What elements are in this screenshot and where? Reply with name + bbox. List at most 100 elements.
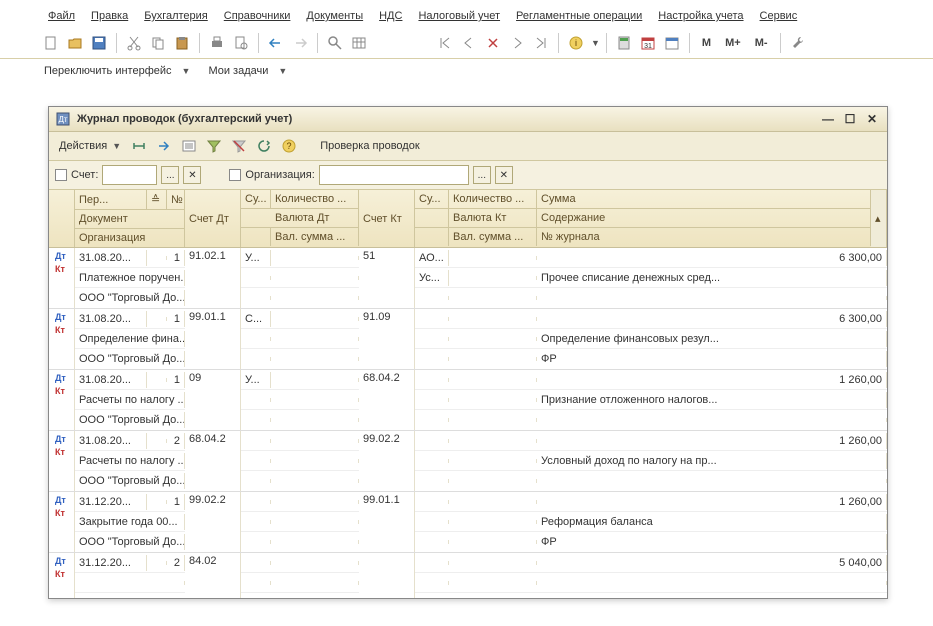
col-cur-kt[interactable]: Валюта Кт xyxy=(449,209,537,227)
refresh-icon[interactable] xyxy=(253,135,275,157)
org-clear-button[interactable]: ✕ xyxy=(495,166,513,184)
memory-mminus[interactable]: M- xyxy=(749,35,774,51)
check-entries-button[interactable]: Проверка проводок xyxy=(316,138,423,154)
help-icon[interactable]: ? xyxy=(278,135,300,157)
col-vsum-dt[interactable]: Вал. сумма ... xyxy=(271,228,359,246)
col-dt[interactable]: Счет Дт xyxy=(185,190,241,247)
menu-accounting[interactable]: Бухгалтерия xyxy=(136,8,216,24)
menu-tax[interactable]: Налоговый учет xyxy=(410,8,508,24)
col-journal[interactable]: № журнала xyxy=(537,228,871,246)
paste-icon[interactable] xyxy=(171,32,193,54)
col-sub-dt[interactable]: Су... xyxy=(241,190,271,208)
new-doc-icon[interactable] xyxy=(40,32,62,54)
col-qty2[interactable]: Количество ... xyxy=(449,190,537,208)
grid-body[interactable]: ДтКт31.08.20...1Платежное поручен...ООО … xyxy=(49,248,887,598)
account-checkbox[interactable] xyxy=(55,169,67,181)
close-button[interactable]: ✕ xyxy=(863,112,881,126)
filter-off-icon[interactable] xyxy=(228,135,250,157)
menu-documents[interactable]: Документы xyxy=(298,8,371,24)
menu-settings[interactable]: Настройка учета xyxy=(650,8,751,24)
open-icon[interactable] xyxy=(64,32,86,54)
col-sum[interactable]: Сумма xyxy=(537,190,871,208)
col-period[interactable]: Пер... xyxy=(75,190,147,209)
nav-first-icon[interactable] xyxy=(434,32,456,54)
actions-button[interactable]: Действия ▼ xyxy=(55,138,125,154)
menu-file[interactable]: Файл xyxy=(40,8,83,24)
nav-last-icon[interactable] xyxy=(530,32,552,54)
chevron-down-icon[interactable]: ▼ xyxy=(278,66,287,76)
col-num[interactable]: № xyxy=(167,190,185,209)
col-desc[interactable]: Содержание xyxy=(537,209,871,227)
titlebar: Дт Журнал проводок (бухгалтерский учет) … xyxy=(49,107,887,132)
table-row[interactable]: ДтКт31.12.20...284.025 040,00 xyxy=(49,553,887,598)
filter-bar: Счет: ... ✕ Организация: ... ✕ xyxy=(49,161,887,190)
settings-list-icon[interactable] xyxy=(178,135,200,157)
main-menu: Файл Правка Бухгалтерия Справочники Доку… xyxy=(0,0,933,28)
account-clear-button[interactable]: ✕ xyxy=(183,166,201,184)
cal31-icon[interactable]: 31 xyxy=(637,32,659,54)
info-icon[interactable]: i xyxy=(565,32,587,54)
filter-icon[interactable] xyxy=(203,135,225,157)
goto-icon[interactable] xyxy=(153,135,175,157)
col-kt[interactable]: Счет Кт xyxy=(359,190,415,247)
nav-clear-icon[interactable] xyxy=(482,32,504,54)
window-toolbar: Действия ▼ ? Проверка проводок xyxy=(49,132,887,161)
cell-sum: 6 300,00 xyxy=(537,311,887,327)
col-vsum-kt[interactable]: Вал. сумма ... xyxy=(449,228,537,246)
table-icon[interactable] xyxy=(348,32,370,54)
table-row[interactable]: ДтКт31.08.20...1Определение фина...ООО "… xyxy=(49,309,887,370)
nav-prev-icon[interactable] xyxy=(458,32,480,54)
search-icon[interactable] xyxy=(324,32,346,54)
wrench-icon[interactable] xyxy=(787,32,809,54)
table-row[interactable]: ДтКт31.12.20...1Закрытие года 00...ООО "… xyxy=(49,492,887,553)
redo-icon[interactable] xyxy=(289,32,311,54)
my-tasks[interactable]: Мои задачи xyxy=(204,63,272,79)
preview-icon[interactable] xyxy=(230,32,252,54)
menu-edit[interactable]: Правка xyxy=(83,8,136,24)
menu-vat[interactable]: НДС xyxy=(371,8,410,24)
maximize-button[interactable]: ☐ xyxy=(841,112,859,126)
menu-catalogs[interactable]: Справочники xyxy=(216,8,299,24)
cell-sub-dt: У... xyxy=(241,372,271,388)
col-qty[interactable]: Количество ... xyxy=(271,190,359,208)
cell-org: ООО "Торговый До... xyxy=(75,534,185,550)
undo-icon[interactable] xyxy=(265,32,287,54)
memory-mplus[interactable]: M+ xyxy=(719,35,747,51)
interval-icon[interactable] xyxy=(128,135,150,157)
nav-next-icon[interactable] xyxy=(506,32,528,54)
switch-interface[interactable]: Переключить интерфейс xyxy=(40,63,176,79)
table-row[interactable]: ДтКт31.08.20...1Расчеты по налогу ...ООО… xyxy=(49,370,887,431)
menu-service[interactable]: Сервис xyxy=(752,8,806,24)
copy-icon[interactable] xyxy=(147,32,169,54)
calc-icon[interactable] xyxy=(613,32,635,54)
cell-desc: Определение финансовых резул... xyxy=(537,331,887,347)
table-row[interactable]: ДтКт31.08.20...1Платежное поручен...ООО … xyxy=(49,248,887,309)
scroll-up-icon[interactable]: ▴ xyxy=(871,190,887,247)
menu-regops[interactable]: Регламентные операции xyxy=(508,8,650,24)
calendar-icon[interactable] xyxy=(661,32,683,54)
org-checkbox[interactable] xyxy=(229,169,241,181)
table-row[interactable]: ДтКт31.08.20...2Расчеты по налогу ...ООО… xyxy=(49,431,887,492)
col-cur-dt[interactable]: Валюта Дт xyxy=(271,209,359,227)
cut-icon[interactable] xyxy=(123,32,145,54)
org-input[interactable] xyxy=(319,165,469,185)
cell-dt: 99.02.2 xyxy=(185,492,241,552)
entry-mark-icon: ДтКт xyxy=(53,433,70,459)
cell-sub-kt xyxy=(415,500,449,504)
col-org[interactable]: Организация xyxy=(75,229,185,247)
info-dropdown-icon[interactable]: ▼ xyxy=(591,38,600,48)
org-select-button[interactable]: ... xyxy=(473,166,491,184)
cell-date: 31.08.20... xyxy=(75,372,147,388)
save-icon[interactable] xyxy=(88,32,110,54)
memory-m[interactable]: M xyxy=(696,35,717,51)
print-icon[interactable] xyxy=(206,32,228,54)
col-doc[interactable]: Документ xyxy=(75,210,185,228)
account-input[interactable] xyxy=(102,165,157,185)
account-label: Счет: xyxy=(71,169,98,181)
account-select-button[interactable]: ... xyxy=(161,166,179,184)
cell-journal xyxy=(537,418,887,422)
chevron-down-icon[interactable]: ▼ xyxy=(182,66,191,76)
col-sub-kt[interactable]: Су... xyxy=(415,190,449,208)
minimize-button[interactable]: — xyxy=(819,112,837,126)
sort-icon[interactable]: ≙ xyxy=(147,190,167,209)
